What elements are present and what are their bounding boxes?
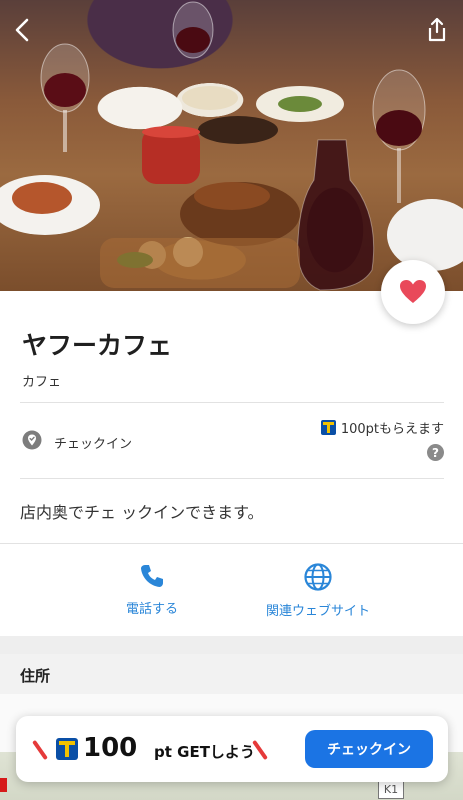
promo-amount: 100 [83, 733, 138, 763]
back-button[interactable] [6, 14, 38, 46]
address-section-header: 住所 [0, 654, 463, 694]
call-label: 電話する [125, 602, 178, 617]
action-bar: 電話する 関連ウェブサイト [0, 544, 463, 636]
checkin-label: チェックイン [54, 437, 133, 452]
chevron-left-icon [15, 18, 29, 42]
phone-icon [141, 565, 163, 587]
checkin-button[interactable]: チェックイン [305, 730, 433, 768]
promo-text: pt GETしよう [154, 743, 255, 761]
globe-icon [304, 563, 332, 591]
address-section-title: 住所 [20, 667, 51, 685]
checkin-badge-icon [22, 430, 42, 450]
website-label: 関連ウェブサイト [265, 604, 370, 619]
tpoint-icon [320, 420, 336, 435]
hero-photo [0, 0, 463, 291]
decor-slash-left [32, 739, 48, 761]
shop-category: カフェ [22, 375, 62, 390]
shop-name: ヤフーカフェ [22, 331, 173, 360]
share-icon [428, 17, 446, 42]
map-label: K1 [378, 779, 404, 799]
checkin-promo-banner: 100 pt GETしよう チェックイン [16, 716, 448, 782]
heart-icon [400, 280, 426, 303]
help-button[interactable]: ? [427, 444, 444, 461]
favorite-button[interactable] [381, 260, 445, 324]
tpoint-icon [56, 738, 78, 760]
points-info: 100ptもらえます [320, 418, 444, 437]
points-text: 100ptもらえます [340, 422, 444, 437]
section-spacer [0, 636, 463, 654]
checkin-row: チェックイン 100ptもらえます ? [20, 402, 444, 478]
call-button[interactable]: 電話する [82, 562, 222, 617]
map-marker-icon [0, 778, 7, 792]
website-button[interactable]: 関連ウェブサイト [248, 562, 388, 619]
share-button[interactable] [421, 14, 453, 46]
checkin-note: 店内奥でチェ ックインできます。 [20, 503, 264, 522]
divider [20, 478, 444, 479]
restaurant-table-photo [0, 1, 463, 291]
